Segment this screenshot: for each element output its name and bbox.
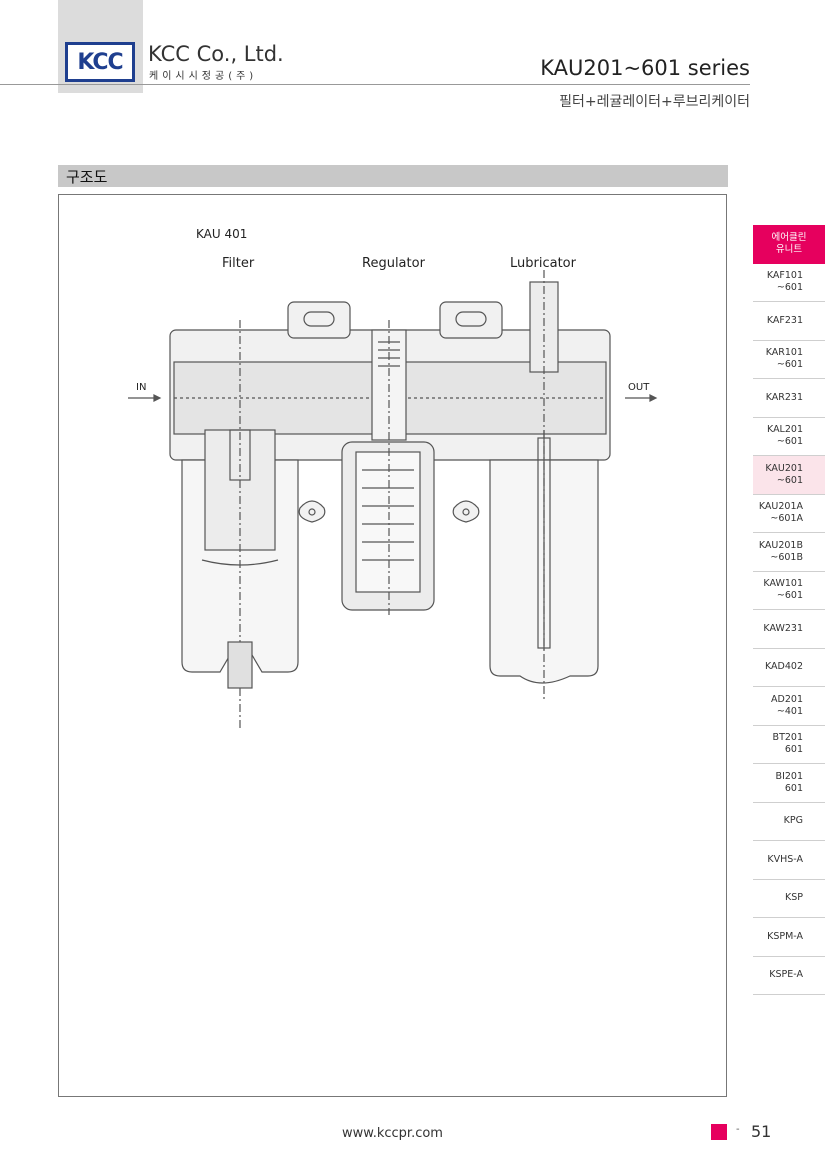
sidebar-item-label: BT201 601	[772, 732, 803, 756]
company-name: KCC Co., Ltd.	[148, 42, 284, 66]
sidebar-item-label: KVHS-A	[767, 853, 803, 865]
page-number: 51	[751, 1122, 772, 1141]
model-label: KAU 401	[196, 227, 248, 241]
sidebar-item-kaf101[interactable]: KAF101 ~601	[753, 264, 825, 302]
sidebar-item-label: KSP	[785, 892, 803, 904]
sidebar-item-ad201[interactable]: AD201 ~401	[753, 687, 825, 726]
sidebar-item-label: AD201 ~401	[771, 693, 803, 717]
sidebar-item-label: KAU201A ~601A	[758, 501, 803, 525]
company-name-korean: 케이시시정공(주)	[149, 71, 258, 82]
sidebar-item-label: KAR231	[765, 391, 803, 403]
sidebar-item-kvhs-a[interactable]: KVHS-A	[753, 841, 825, 880]
out-arrow	[625, 394, 658, 402]
sidebar-item-label: KAW101 ~601	[763, 578, 803, 602]
sidebar-item-kpg[interactable]: KPG	[753, 803, 825, 841]
sidebar-item-label: KAD402	[764, 661, 803, 673]
sidebar-item-kar231[interactable]: KAR231	[753, 379, 825, 418]
cross-section-drawing	[128, 270, 658, 730]
header-divider	[0, 84, 750, 85]
sidebar-item-kad402[interactable]: KAD402	[753, 649, 825, 687]
sidebar-item-ksp[interactable]: KSP	[753, 880, 825, 918]
logo-text: KCC	[77, 49, 123, 75]
sidebar-item-label: KAR101 ~601	[765, 347, 803, 371]
filter-label: Filter	[222, 256, 255, 271]
sidebar-item-bi201[interactable]: BI201 601	[753, 764, 825, 803]
sidebar-item-label: KAU201B ~601B	[758, 539, 803, 563]
sidebar-item-kspe-a[interactable]: KSPE-A	[753, 957, 825, 995]
sidebar-item-air-clean-unit[interactable]: 에어클린 유니트	[753, 225, 825, 264]
series-subtitle: 필터+레귤레이터+루브리케이터	[559, 94, 750, 110]
sidebar-item-label: KAW231	[763, 622, 803, 634]
sidebar-item-kaf231[interactable]: KAF231	[753, 302, 825, 341]
sidebar-item-kau201b[interactable]: KAU201B ~601B	[753, 533, 825, 572]
in-arrow	[128, 394, 162, 402]
footer-url[interactable]: www.kccpr.com	[342, 1126, 443, 1141]
lubricator-label: Lubricator	[510, 256, 576, 271]
sidebar-nav: 에어클린 유니트 KAF101 ~601 KAF231 KAR101 ~601 …	[753, 225, 825, 995]
sidebar-item-kau201a[interactable]: KAU201A ~601A	[753, 495, 825, 533]
sidebar-item-label: BI201 601	[775, 770, 803, 794]
page-marker	[711, 1124, 727, 1140]
sidebar-item-label: 에어클린 유니트	[771, 232, 807, 256]
series-title: KAU201~601 series	[540, 56, 750, 80]
section-title: 구조도	[66, 168, 108, 186]
sidebar-item-kar101[interactable]: KAR101 ~601	[753, 341, 825, 379]
section-bar	[58, 165, 728, 187]
sidebar-item-kaw231[interactable]: KAW231	[753, 610, 825, 649]
sidebar-item-kspm-a[interactable]: KSPM-A	[753, 918, 825, 957]
company-logo: KCC	[65, 42, 135, 82]
sidebar-item-label: KAF101 ~601	[766, 270, 803, 294]
page-dash: -	[736, 1124, 740, 1135]
sidebar-item-label: KAF231	[766, 314, 803, 326]
regulator-label: Regulator	[362, 256, 425, 271]
sidebar-item-kal201[interactable]: KAL201 ~601	[753, 418, 825, 456]
sidebar-item-bt201[interactable]: BT201 601	[753, 726, 825, 764]
sidebar-item-kau201[interactable]: KAU201 ~601	[753, 456, 825, 495]
sidebar-item-label: KPG	[783, 815, 803, 827]
sidebar-item-label: KSPM-A	[767, 930, 803, 942]
sidebar-item-label: KAU201 ~601	[765, 462, 803, 486]
sidebar-item-label: KAL201 ~601	[767, 424, 803, 448]
sidebar-item-label: KSPE-A	[769, 969, 803, 981]
sidebar-item-kaw101[interactable]: KAW101 ~601	[753, 572, 825, 610]
